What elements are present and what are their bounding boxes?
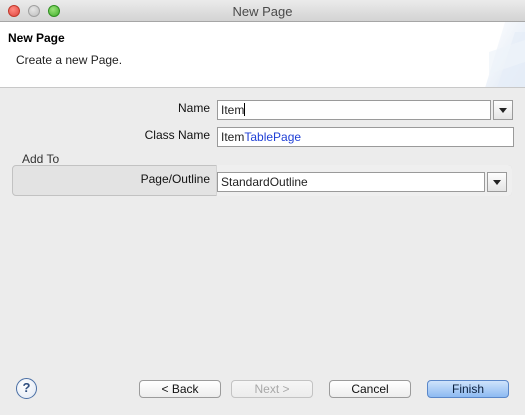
class-name-input[interactable]: ItemTablePage [217, 127, 514, 147]
name-dropdown-button[interactable] [493, 100, 513, 120]
wizard-header: New Page Create a new Page. [0, 22, 525, 88]
finish-button[interactable]: Finish [427, 380, 509, 398]
help-button[interactable]: ? [16, 378, 37, 399]
page-outline-dropdown-button[interactable] [487, 172, 507, 192]
name-label: Name [177, 101, 210, 115]
name-input-value: Item [221, 103, 245, 117]
class-name-label: Class Name [144, 128, 210, 142]
chevron-down-icon [493, 180, 501, 185]
chevron-down-icon [499, 108, 507, 113]
class-name-suffix: TablePage [244, 130, 302, 144]
cancel-button[interactable]: Cancel [329, 380, 411, 398]
class-name-prefix: Item [221, 130, 245, 144]
wizard-banner-decoration-icon [485, 22, 525, 87]
page-outline-input[interactable]: StandardOutline [217, 172, 485, 192]
name-input[interactable]: Item [217, 100, 491, 120]
page-outline-label: Page/Outline [140, 172, 210, 186]
page-outline-value: StandardOutline [221, 175, 308, 189]
wizard-description: Create a new Page. [16, 53, 123, 67]
next-button[interactable]: Next > [231, 380, 313, 398]
text-caret [244, 103, 246, 116]
title-bar: New Page [0, 0, 525, 22]
add-to-group-label: Add To [22, 152, 60, 166]
new-page-wizard-window: New Page New Page Create a new Page. Nam… [0, 0, 525, 415]
window-title: New Page [232, 4, 293, 19]
wizard-title: New Page [8, 31, 65, 45]
back-button[interactable]: < Back [139, 380, 221, 398]
